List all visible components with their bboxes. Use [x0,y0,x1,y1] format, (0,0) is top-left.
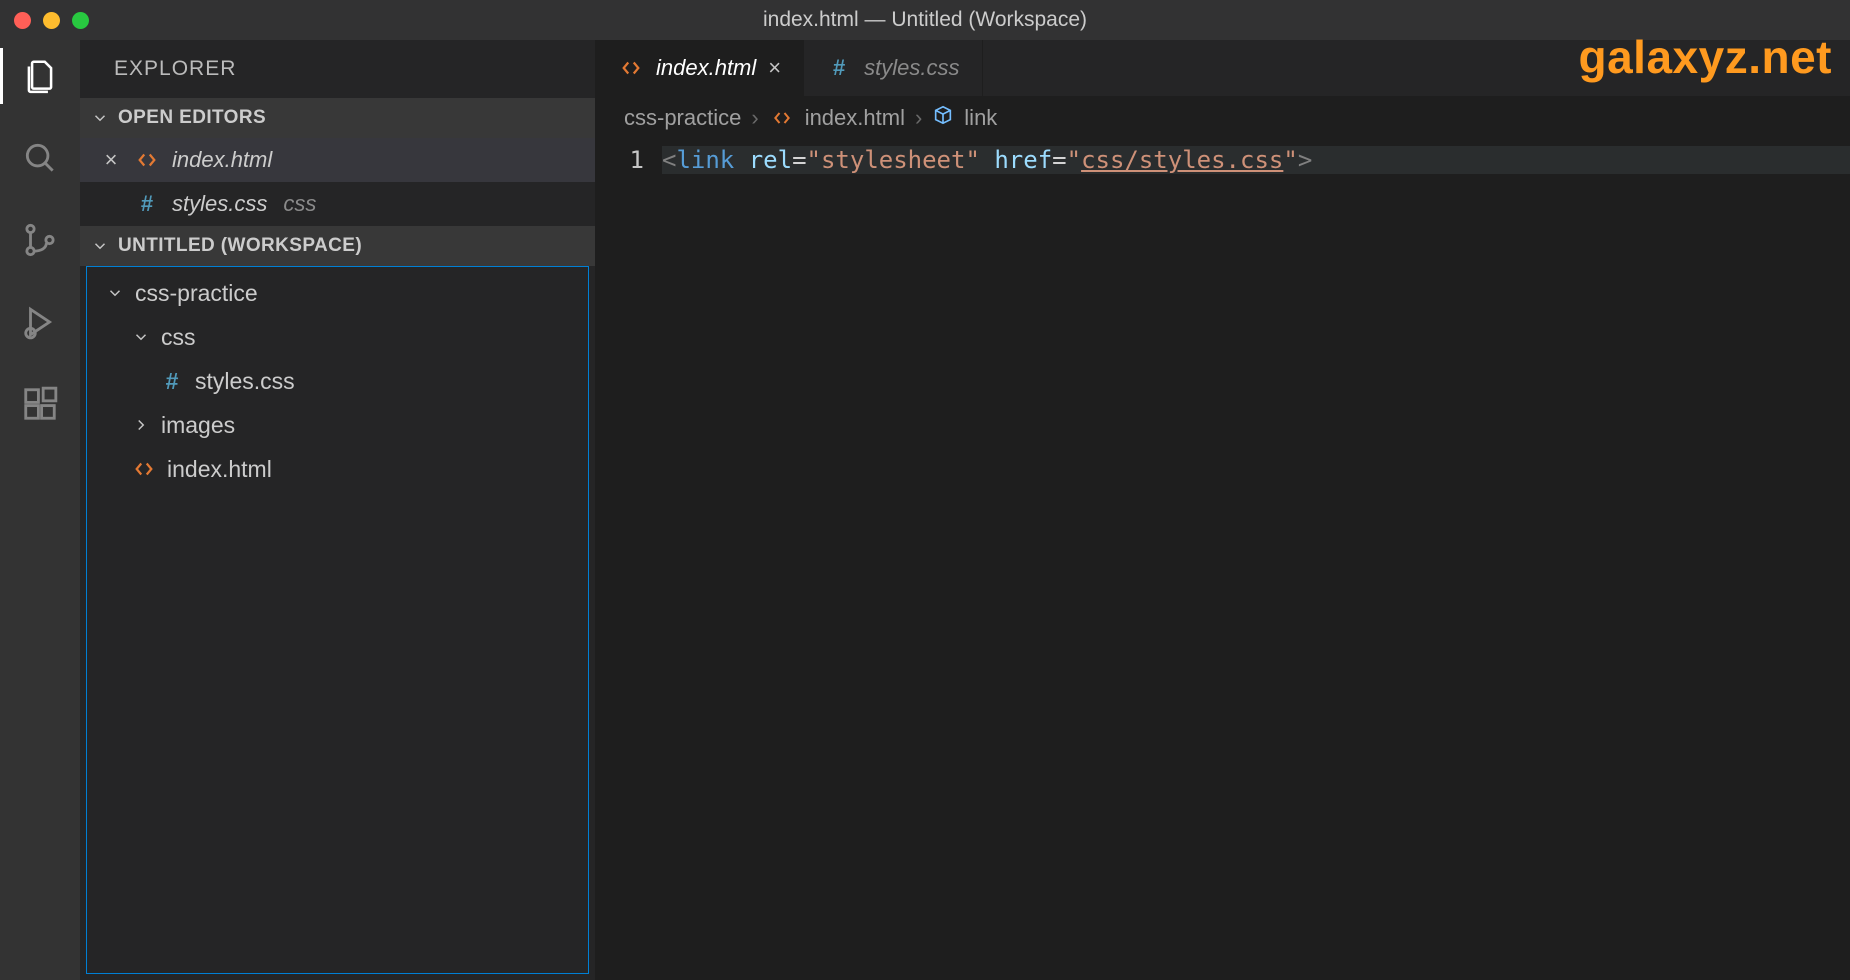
sidebar-title: EXPLORER [80,40,595,98]
file-name: index.html [167,456,272,483]
open-editor-name: index.html [172,147,272,173]
window-title: index.html — Untitled (Workspace) [0,8,1850,32]
editor-tab[interactable]: # styles.css [804,40,982,96]
breadcrumb-segment[interactable]: index.html [805,105,905,131]
tree-file[interactable]: index.html [87,447,588,491]
html-file-icon [134,149,160,171]
title-bar: index.html — Untitled (Workspace) [0,0,1850,40]
folder-name: css [161,324,196,351]
workspace-header[interactable]: UNTITLED (WORKSPACE) [80,226,595,266]
tab-title: index.html [656,55,756,81]
css-file-icon: # [826,55,852,81]
css-file-icon: # [134,191,160,217]
editor-area: index.html × # styles.css css-practice ›… [596,40,1850,980]
explorer-sidebar: EXPLORER OPEN EDITORS × index.html # sty… [80,40,596,980]
chevron-down-icon [90,108,110,128]
run-debug-icon[interactable] [16,298,64,346]
file-tree: css-practice css # styles.css images [86,266,589,974]
open-editor-name: styles.css [172,191,267,217]
file-name: styles.css [195,368,295,395]
close-window-button[interactable] [14,12,31,29]
breadcrumb-separator: › [915,105,922,131]
chevron-down-icon [90,236,110,256]
chevron-right-icon [131,415,151,435]
code-content[interactable]: <link rel="stylesheet" href="css/styles.… [662,140,1850,980]
editor-tabs: index.html × # styles.css [596,40,1850,96]
breadcrumb-segment[interactable]: link [964,105,997,131]
minimize-window-button[interactable] [43,12,60,29]
chevron-down-icon [105,283,125,303]
open-editor-path: css [283,191,316,217]
line-gutter: 1 [596,140,662,980]
source-control-icon[interactable] [16,216,64,264]
chevron-down-icon [131,327,151,347]
search-icon[interactable] [16,134,64,182]
tree-folder[interactable]: images [87,403,588,447]
maximize-window-button[interactable] [72,12,89,29]
breadcrumb-segment[interactable]: css-practice [624,105,741,131]
css-file-icon: # [159,368,185,395]
open-editors-label: OPEN EDITORS [118,107,266,129]
folder-name: images [161,412,235,439]
close-icon[interactable]: × [100,147,122,173]
open-editors-header[interactable]: OPEN EDITORS [80,98,595,138]
folder-name: css-practice [135,280,258,307]
tree-file[interactable]: # styles.css [87,359,588,403]
breadcrumb-separator: › [751,105,758,131]
editor-tab[interactable]: index.html × [596,40,804,96]
open-editor-item[interactable]: # styles.css css [80,182,595,226]
html-file-icon [131,458,157,480]
close-icon[interactable]: × [768,55,781,81]
tab-title: styles.css [864,55,959,81]
symbol-icon [932,104,954,132]
html-file-icon [769,108,795,128]
breadcrumbs[interactable]: css-practice › index.html › link [596,96,1850,140]
activity-bar [0,40,80,980]
extensions-icon[interactable] [16,380,64,428]
line-number: 1 [596,146,644,174]
tree-folder[interactable]: css [87,315,588,359]
open-editor-item[interactable]: × index.html [80,138,595,182]
workspace-label: UNTITLED (WORKSPACE) [118,235,362,257]
code-editor[interactable]: 1 <link rel="stylesheet" href="css/style… [596,140,1850,980]
html-file-icon [618,57,644,79]
window-controls [0,12,89,29]
explorer-icon[interactable] [16,52,64,100]
tree-folder[interactable]: css-practice [87,271,588,315]
